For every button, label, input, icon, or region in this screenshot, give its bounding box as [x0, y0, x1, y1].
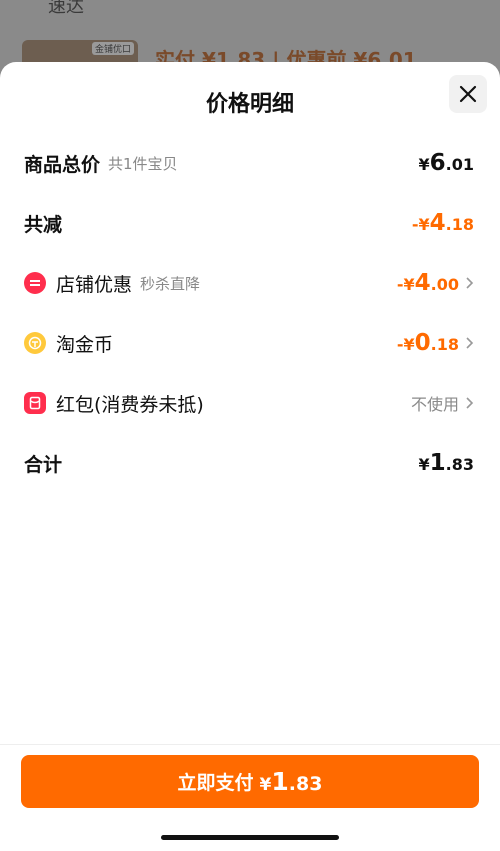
background-text: 速达: [48, 0, 84, 17]
total-reduction-label: 共减: [24, 213, 63, 236]
pay-now-button[interactable]: 立即支付 ¥1.83: [21, 755, 479, 808]
row-total-reduction: 共减 -¥4.18: [24, 208, 474, 238]
pay-button-label: 立即支付: [177, 772, 254, 794]
chevron-right-icon: [465, 396, 474, 410]
thumbnail-badge: 金铺优口: [91, 42, 134, 55]
home-indicator[interactable]: [161, 835, 339, 840]
shop-discount-icon: [24, 272, 46, 294]
coin-amount: -¥0.18: [396, 330, 459, 356]
shop-discount-sub: 秒杀直降: [140, 274, 201, 293]
row-taojinbi[interactable]: 淘金币 -¥0.18: [24, 328, 474, 358]
row-red-packet[interactable]: 红包(消费券未抵) 不使用: [24, 388, 474, 418]
sum-label: 合计: [24, 453, 63, 476]
sum-amount: ¥1.83: [418, 450, 475, 476]
row-shop-discount[interactable]: 店铺优惠 秒杀直降 -¥4.00: [24, 268, 474, 298]
close-icon: [459, 85, 477, 103]
row-goods-total: 商品总价 共1件宝贝 ¥6.01: [24, 148, 474, 178]
red-packet-label: 红包(消费券未抵): [56, 393, 204, 416]
chevron-right-icon: [465, 276, 474, 290]
shop-discount-amount: -¥4.00: [396, 270, 459, 296]
price-detail-sheet: 价格明细 商品总价 共1件宝贝 ¥6.01 共减 -¥4.18 店铺优惠 秒杀直…: [0, 62, 500, 851]
coin-icon: [24, 332, 46, 354]
goods-total-amount: ¥6.01: [418, 150, 475, 176]
coin-label: 淘金币: [56, 333, 114, 356]
goods-count: 共1件宝贝: [108, 154, 178, 173]
footer-divider: [0, 744, 500, 745]
goods-total-label: 商品总价: [24, 153, 101, 176]
red-packet-value: 不使用: [410, 395, 459, 414]
red-packet-icon: [24, 392, 46, 414]
sheet-title: 价格明细: [205, 92, 294, 117]
shop-discount-label: 店铺优惠: [56, 273, 133, 296]
close-button[interactable]: [449, 75, 487, 113]
row-sum: 合计 ¥1.83: [24, 448, 474, 478]
pay-button-amount: ¥1.83: [259, 767, 323, 796]
chevron-right-icon: [465, 336, 474, 350]
total-reduction-amount: -¥4.18: [411, 210, 474, 236]
